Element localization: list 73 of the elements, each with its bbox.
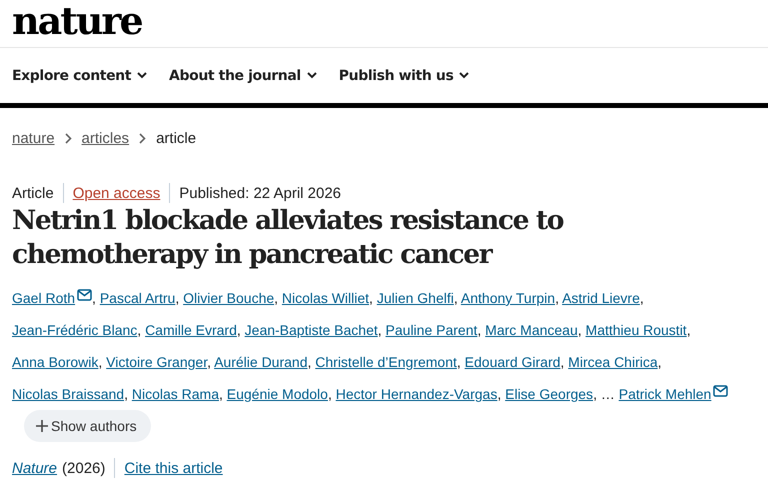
comma-separator: , bbox=[218, 386, 223, 402]
comma-separator: , bbox=[497, 386, 502, 402]
comma-separator: , bbox=[378, 322, 382, 338]
published-date: Published: 22 April 2026 bbox=[179, 184, 342, 202]
comma-separator: , bbox=[92, 290, 96, 306]
article-title: Netrin1 blockade alleviates resistance to chemotherapy in pancreatic cancer bbox=[12, 204, 564, 272]
author-link[interactable]: Gael Roth bbox=[12, 290, 76, 306]
current-section-text: article bbox=[156, 130, 196, 147]
comma-separator: , bbox=[207, 354, 211, 370]
author-link[interactable]: Astrid Lievre bbox=[562, 290, 640, 306]
comma-separator: , bbox=[307, 354, 312, 370]
chevron-down-icon bbox=[137, 72, 148, 79]
comma-separator: , bbox=[578, 322, 582, 338]
author-link[interactable]: Hector Hernandez-Vargas bbox=[336, 386, 498, 402]
author-link[interactable]: Edouard Girard bbox=[464, 354, 560, 370]
chevron-down-icon bbox=[459, 72, 470, 79]
author-link[interactable]: Pascal Artru bbox=[100, 290, 176, 306]
nature-logo[interactable]: nature bbox=[12, 1, 142, 41]
nav-menu-button[interactable]: Explore content bbox=[12, 68, 148, 84]
author-link[interactable]: Mircea Chirica bbox=[568, 354, 658, 370]
article-type: Article bbox=[12, 184, 54, 202]
comma-separator: , bbox=[369, 290, 373, 306]
author-link[interactable]: Patrick Mehlen bbox=[618, 386, 712, 402]
publication-year: (2026) bbox=[62, 460, 106, 476]
author-link[interactable]: Olivier Bouche bbox=[183, 290, 274, 306]
comma-separator: , bbox=[328, 386, 332, 402]
comma-separator: , bbox=[686, 322, 691, 338]
comma-separator: , bbox=[124, 386, 128, 402]
author-link[interactable]: Matthieu Roustit bbox=[586, 322, 687, 338]
comma-separator: , bbox=[560, 354, 564, 370]
comma-separator: , bbox=[456, 354, 461, 370]
comma-separator: , bbox=[454, 290, 458, 306]
author-link[interactable]: Elise Georges bbox=[505, 386, 594, 402]
comma-separator: , bbox=[593, 386, 597, 402]
comma-separator: , bbox=[98, 354, 102, 370]
chevron-right-icon bbox=[139, 133, 146, 144]
comma-separator: , bbox=[236, 322, 241, 338]
author-link[interactable]: Anna Borowik bbox=[12, 354, 98, 370]
breadcrumb-link[interactable]: nature bbox=[12, 130, 55, 147]
author-link[interactable]: Julien Ghelfi bbox=[376, 290, 454, 306]
author-link[interactable]: Anthony Turpin bbox=[460, 290, 556, 306]
comma-separator: , bbox=[137, 322, 142, 338]
author-link[interactable]: Nicolas Rama bbox=[132, 386, 219, 402]
author-link[interactable]: Pauline Parent bbox=[386, 322, 478, 338]
comma-separator: , bbox=[658, 354, 662, 370]
ellipsis: … bbox=[600, 386, 615, 402]
cite-link[interactable]: Cite this article bbox=[124, 460, 223, 476]
author-link[interactable]: Marc Manceau bbox=[485, 322, 578, 338]
chevron-right-icon bbox=[64, 133, 72, 144]
show-authors-button[interactable]: Show authors bbox=[24, 410, 151, 442]
breadcrumb-link[interactable]: articles bbox=[82, 130, 130, 147]
comma-separator: , bbox=[640, 290, 644, 306]
journal-link[interactable]: Nature bbox=[12, 460, 58, 476]
plus-icon bbox=[36, 420, 48, 432]
envelope-icon[interactable] bbox=[713, 385, 728, 397]
nav-menu-button[interactable]: About the journal bbox=[169, 68, 317, 84]
author-link[interactable]: Victoire Granger bbox=[106, 354, 208, 370]
comma-separator: , bbox=[555, 290, 559, 306]
author-link[interactable]: Jean-Baptiste Bachet bbox=[244, 322, 378, 338]
comma-separator: , bbox=[175, 290, 180, 306]
envelope-icon[interactable] bbox=[77, 289, 92, 301]
comma-separator: , bbox=[477, 322, 482, 338]
author-link[interactable]: Camille Evrard bbox=[145, 322, 237, 338]
comma-separator: , bbox=[274, 290, 278, 306]
author-link[interactable]: Jean-Frédéric Blanc bbox=[12, 322, 138, 338]
chevron-down-icon bbox=[306, 72, 317, 79]
author-link[interactable]: Christelle d’Engremont bbox=[315, 354, 457, 370]
author-link[interactable]: Eugénie Modolo bbox=[226, 386, 328, 402]
author-link[interactable]: Nicolas Braissand bbox=[12, 386, 124, 402]
open-access-link[interactable]: Open access bbox=[72, 184, 160, 202]
author-link[interactable]: Aurélie Durand bbox=[214, 354, 308, 370]
author-link[interactable]: Nicolas Williet bbox=[282, 290, 370, 306]
nav-menu-button[interactable]: Publish with us bbox=[338, 68, 470, 84]
